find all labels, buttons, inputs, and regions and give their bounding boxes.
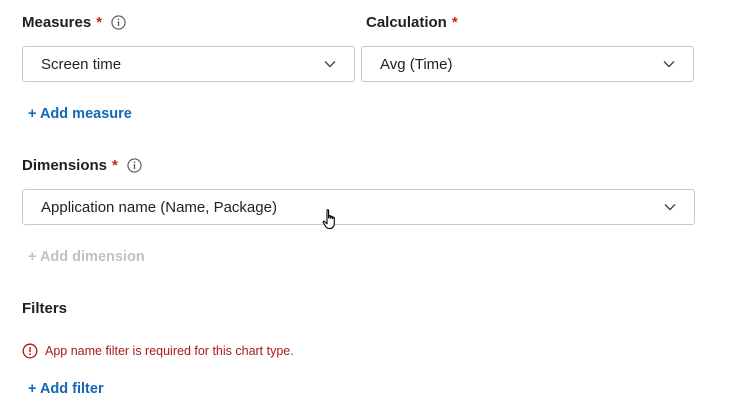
error-icon	[22, 343, 38, 359]
filters-label-text: Filters	[22, 300, 68, 317]
info-icon[interactable]	[111, 15, 126, 30]
dimensions-label: Dimensions *	[22, 157, 142, 174]
filter-error-message: App name filter is required for this cha…	[22, 343, 294, 359]
filter-error-text: App name filter is required for this cha…	[45, 344, 294, 358]
measure-select-value: Screen time	[41, 55, 122, 73]
measure-select[interactable]: Screen time	[22, 46, 355, 82]
add-measure-link[interactable]: + Add measure	[28, 106, 132, 122]
required-asterisk: *	[451, 14, 458, 31]
measures-label: Measures *	[22, 14, 126, 31]
chevron-down-icon	[324, 61, 336, 68]
info-icon[interactable]	[127, 158, 142, 173]
filters-label: Filters	[22, 300, 67, 317]
dimensions-label-text: Dimensions	[22, 157, 108, 174]
required-asterisk: *	[112, 157, 118, 174]
add-dimension-link[interactable]: + Add dimension	[28, 249, 145, 265]
measures-label-text: Measures	[22, 14, 92, 31]
calculation-label-text: Calculation	[366, 14, 447, 31]
calculation-select-value: Avg (Time)	[380, 55, 453, 73]
required-asterisk: *	[96, 14, 103, 31]
add-filter-link[interactable]: + Add filter	[28, 381, 104, 397]
chevron-down-icon	[664, 204, 676, 211]
hand-pointer-icon	[322, 209, 335, 230]
calculation-label: Calculation *	[366, 14, 458, 31]
chevron-down-icon	[663, 61, 675, 68]
dimension-select[interactable]: Application name (Name, Package)	[22, 189, 695, 225]
dimension-select-value: Application name (Name, Package)	[41, 198, 277, 216]
calculation-select[interactable]: Avg (Time)	[361, 46, 694, 82]
